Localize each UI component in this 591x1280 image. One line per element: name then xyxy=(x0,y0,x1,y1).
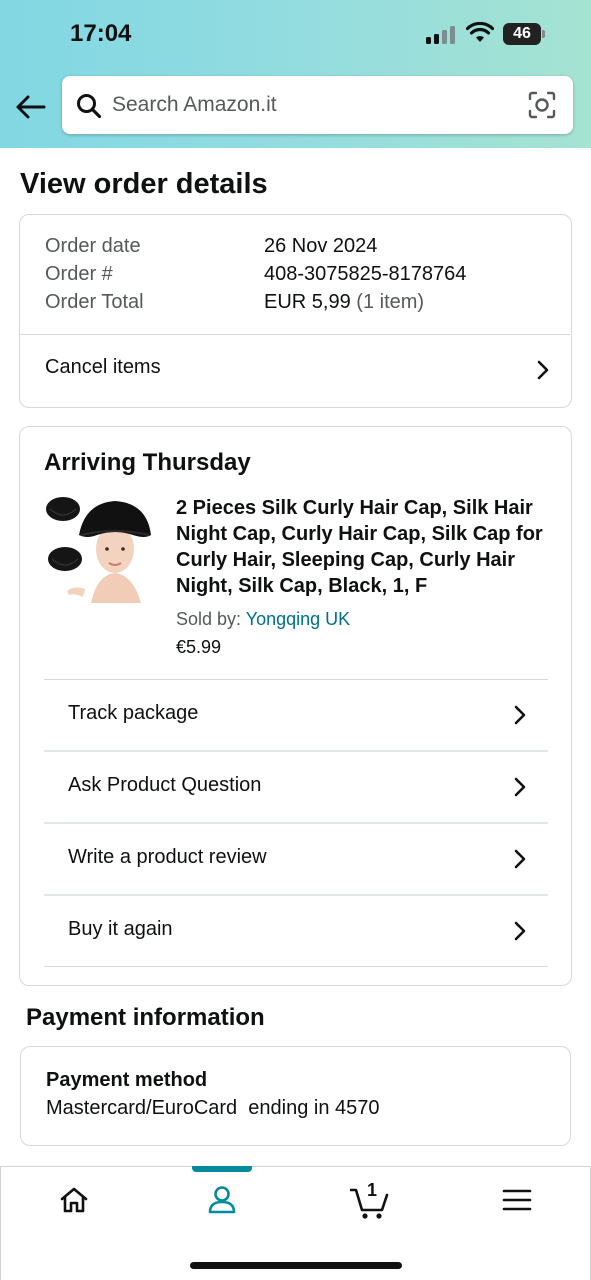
active-tab-indicator xyxy=(192,1166,252,1172)
chevron-right-icon xyxy=(514,705,526,725)
battery-icon: 46 xyxy=(503,23,541,45)
order-number-label: Order # xyxy=(45,263,113,285)
chevron-right-icon xyxy=(537,360,549,380)
action-label: Track package xyxy=(68,702,199,724)
order-total-value: EUR 5,99 xyxy=(264,291,351,313)
divider xyxy=(44,966,548,967)
menu-icon[interactable] xyxy=(497,1180,537,1220)
order-summary-card: Order date 26 Nov 2024 Order # 408-30758… xyxy=(19,214,572,408)
action-label: Ask Product Question xyxy=(68,774,262,796)
search-input[interactable] xyxy=(112,88,512,122)
order-date-value: 26 Nov 2024 xyxy=(264,235,378,257)
chevron-right-icon xyxy=(514,921,526,941)
sold-by-label: Sold by: xyxy=(176,609,242,629)
cart-count: 1 xyxy=(367,1180,378,1200)
shipment-card: Arriving Thursday 2 Pieces Silk Curly Ha… xyxy=(19,426,572,986)
product-price: €5.99 xyxy=(176,637,222,657)
action-row-buy-again[interactable]: Buy it again xyxy=(44,896,548,966)
signal-icon xyxy=(426,26,458,44)
action-row-ask-question[interactable]: Ask Product Question xyxy=(44,752,548,822)
payment-method-label: Payment method xyxy=(46,1069,208,1091)
wifi-icon xyxy=(466,22,494,42)
order-date-label: Order date xyxy=(45,235,141,257)
action-label: Buy it again xyxy=(68,918,173,940)
order-total-label: Order Total xyxy=(45,291,144,313)
payment-method-card[interactable]: Payment method Mastercard/EuroCard endin… xyxy=(20,1046,571,1146)
payment-method-value: Mastercard/EuroCard ending in 4570 xyxy=(46,1097,380,1119)
payment-section-title: Payment information xyxy=(26,1004,265,1031)
battery-nub xyxy=(542,30,545,38)
search-bar[interactable] xyxy=(62,76,573,134)
action-row-track-package[interactable]: Track package xyxy=(44,680,548,750)
order-item-count: (1 item) xyxy=(356,291,425,313)
back-arrow-icon[interactable] xyxy=(14,90,48,124)
camera-search-icon[interactable] xyxy=(528,91,556,119)
account-icon[interactable] xyxy=(202,1180,242,1220)
cancel-items-label: Cancel items xyxy=(45,356,161,378)
cancel-items-row[interactable]: Cancel items xyxy=(20,335,570,407)
search-icon xyxy=(77,94,102,119)
page-title: View order details xyxy=(20,168,268,200)
seller-link[interactable]: Yongqing UK xyxy=(246,609,350,629)
product-image[interactable] xyxy=(45,491,153,603)
home-icon[interactable] xyxy=(54,1180,94,1220)
chevron-right-icon xyxy=(514,777,526,797)
action-row-write-review[interactable]: Write a product review xyxy=(44,824,548,894)
arrival-title: Arriving Thursday xyxy=(44,449,251,476)
home-indicator xyxy=(190,1262,402,1269)
chevron-right-icon xyxy=(514,849,526,869)
status-time: 17:04 xyxy=(70,20,132,47)
header: 17:04 46 xyxy=(0,0,591,148)
order-total: EUR 5,99 (1 item) xyxy=(264,291,424,314)
sold-by: Sold by: Yongqing UK xyxy=(176,609,350,630)
product-title[interactable]: 2 Pieces Silk Curly Hair Cap, Silk Hair … xyxy=(176,495,548,599)
order-number-value: 408-3075825-8178764 xyxy=(264,263,467,285)
action-label: Write a product review xyxy=(68,846,267,868)
